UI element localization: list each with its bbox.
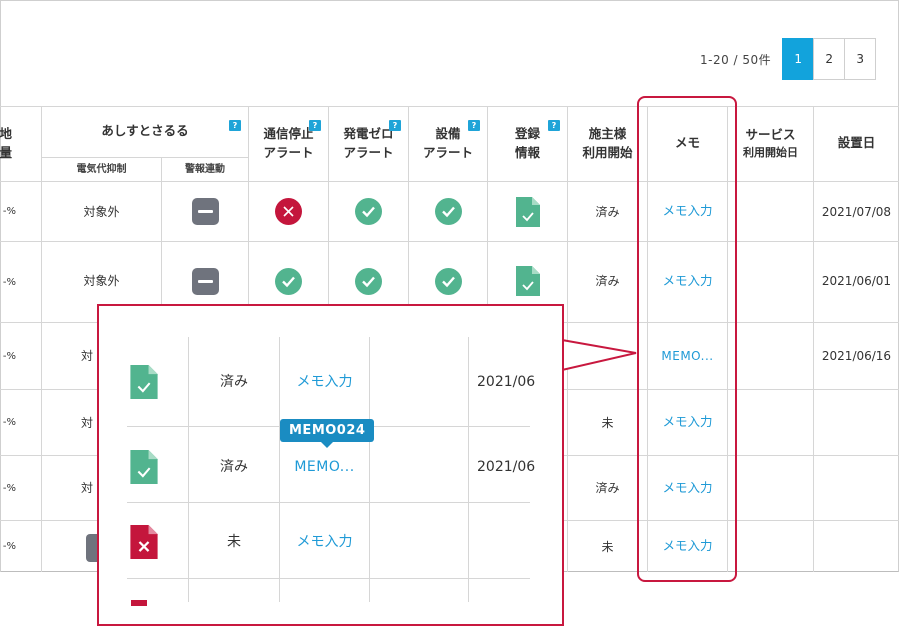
zoom-col-divider [369,337,370,602]
document-check-icon [130,365,158,399]
zoom-row3-doc[interactable] [119,516,169,568]
memo-tooltip: MEMO024 [280,419,375,448]
zoom-viewport: 済み メモ入力 2021/06 MEMO024 済み MEMO... 2021/… [99,306,562,624]
zoom-row2-memo-link[interactable]: MEMO... [280,441,369,493]
zoom-row-divider [127,578,530,579]
zoom-row-divider [127,502,530,503]
zoom-row1-date: 2021/06 [477,373,536,390]
memo-zoom-panel: 済み メモ入力 2021/06 MEMO024 済み MEMO... 2021/… [97,304,564,626]
zoom-row1-memo-link[interactable]: メモ入力 [280,356,369,408]
document-error-icon [130,525,158,559]
zoom-row2-doc[interactable] [119,441,169,493]
zoom-row3-memo-link[interactable]: メモ入力 [280,516,369,568]
zoom-row3-seshu: 未 [227,533,241,550]
zoom-row1-doc[interactable] [119,356,169,408]
zoom-row1-seshu: 済み [220,373,248,390]
document-error-icon [131,600,147,606]
memo-column-highlight [637,96,737,582]
document-check-icon [130,450,158,484]
zoom-row2-seshu: 済み [220,458,248,475]
zoom-row2-date: 2021/06 [477,458,536,475]
